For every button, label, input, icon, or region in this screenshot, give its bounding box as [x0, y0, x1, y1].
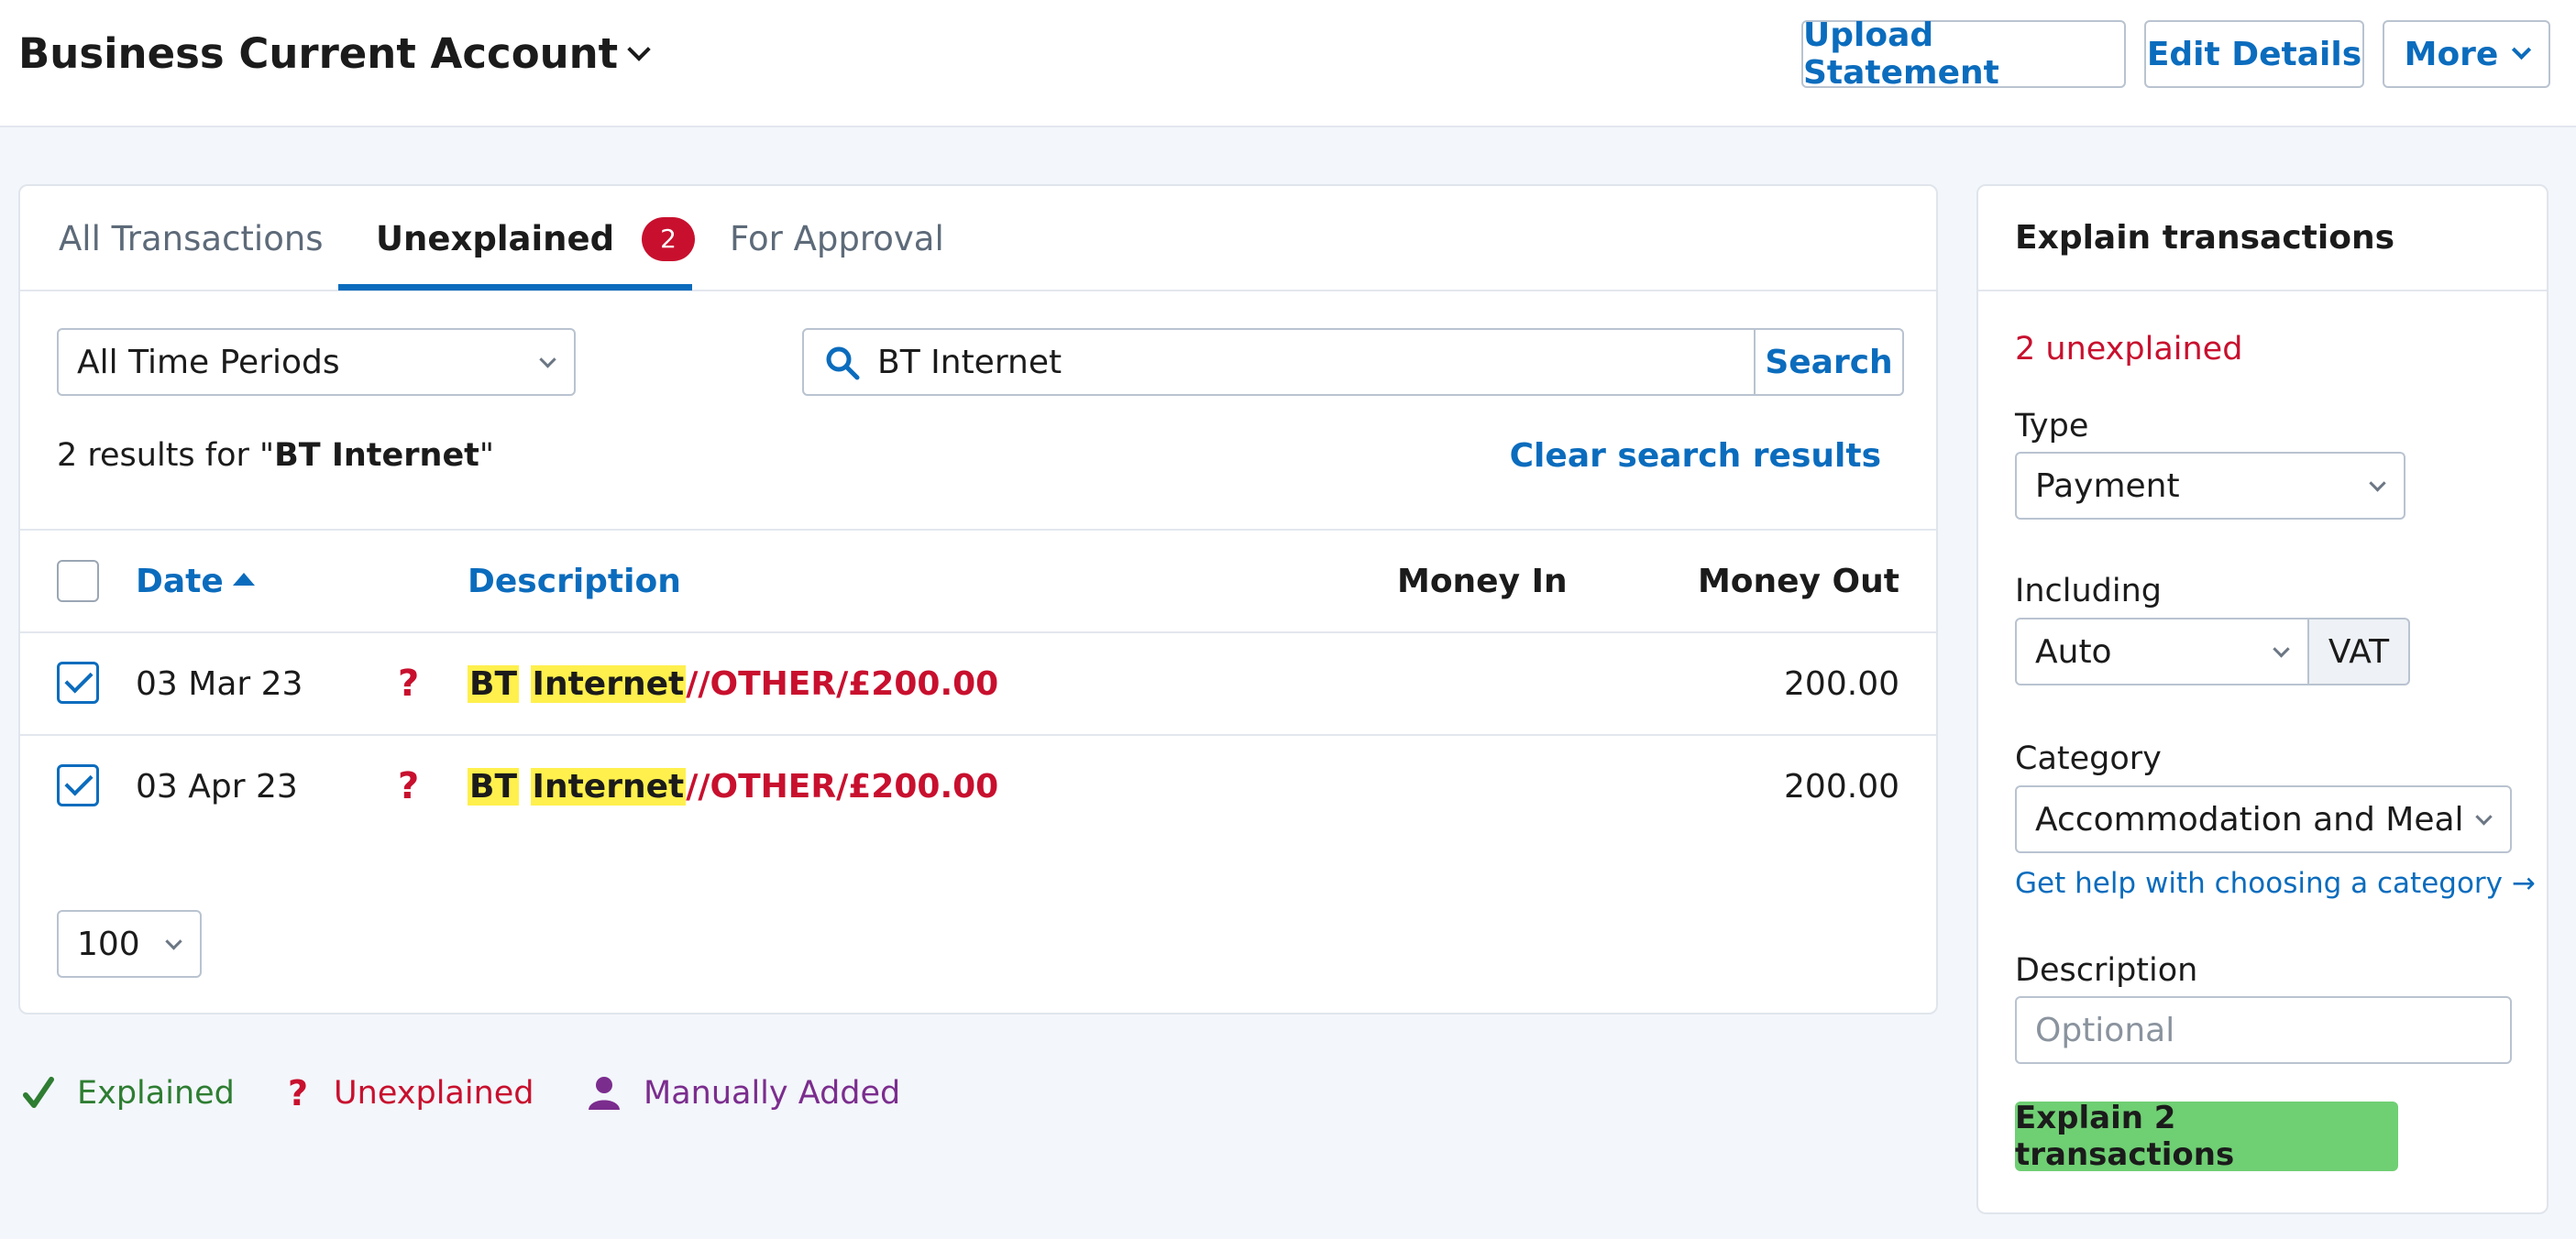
tab-unexplained[interactable]: Unexplained 2 — [376, 186, 696, 291]
unexplained-count: 2 unexplained — [2015, 331, 2243, 367]
table-row[interactable]: 03 Mar 23 ? BT Internet//OTHER/£200.00 2… — [20, 633, 1936, 736]
search-input[interactable]: BT Internet — [877, 330, 1062, 394]
person-icon — [589, 1077, 620, 1110]
description-rest: //OTHER/£200.00 — [686, 767, 999, 806]
highlight-match: Internet — [530, 767, 687, 806]
upload-statement-button[interactable]: Upload Statement — [1801, 16, 2126, 92]
account-title: Business Current Account — [18, 29, 619, 78]
description-rest: //OTHER/£200.00 — [686, 664, 999, 703]
checkmark-icon — [23, 1077, 54, 1108]
tab-label: For Approval — [730, 219, 944, 258]
money-out-column-header: Money Out — [1698, 531, 1899, 631]
time-period-select[interactable]: All Time Periods — [57, 328, 576, 396]
date-header-label: Date — [136, 562, 224, 600]
legend-manual-label: Manually Added — [644, 1075, 901, 1112]
highlight-match: Internet — [530, 664, 687, 703]
category-help-link[interactable]: Get help with choosing a category → — [2015, 867, 2536, 900]
vat-addon: VAT — [2307, 618, 2410, 685]
row-date: 03 Mar 23 — [136, 664, 303, 703]
select-all-checkbox[interactable] — [57, 560, 99, 602]
category-value: Accommodation and Meal — [2035, 800, 2464, 839]
including-label: Including — [2015, 573, 2162, 609]
question-mark-icon: ? — [288, 1073, 309, 1113]
type-select[interactable]: Payment — [2015, 452, 2405, 520]
including-vat-select[interactable]: Auto — [2015, 618, 2309, 685]
category-label: Category — [2015, 740, 2162, 777]
explain-panel-title: Explain transactions — [1978, 186, 2547, 291]
results-prefix: 2 results for " — [57, 437, 275, 474]
search-button[interactable]: Search — [1754, 330, 1902, 394]
search-box: BT Internet Search — [802, 328, 1904, 396]
page-size-select[interactable]: 100 — [57, 910, 202, 978]
table-row[interactable]: 03 Apr 23 ? BT Internet//OTHER/£200.00 2… — [20, 736, 1936, 839]
unexplained-count-badge: 2 — [642, 216, 696, 261]
row-checkbox[interactable] — [57, 764, 99, 806]
tab-label: Unexplained — [376, 219, 615, 258]
chevron-down-icon — [2475, 808, 2493, 826]
explain-title-text: Explain transactions — [2015, 219, 2394, 257]
active-tab-indicator — [338, 284, 692, 291]
time-period-value: All Time Periods — [77, 343, 340, 381]
search-icon — [826, 346, 860, 380]
chevron-down-icon — [539, 351, 556, 368]
description-label: Description — [2015, 952, 2198, 989]
category-select[interactable]: Accommodation and Meal — [2015, 785, 2512, 853]
results-suffix: " — [479, 437, 495, 474]
table-header: Date Description Money In Money Out — [20, 529, 1936, 633]
type-value: Payment — [2035, 466, 2180, 505]
legend-explained: Explained — [22, 1070, 235, 1116]
row-description[interactable]: BT Internet//OTHER/£200.00 — [468, 633, 998, 734]
including-value: Auto — [2035, 632, 2112, 671]
legend-unexplained: ? Unexplained — [288, 1070, 534, 1116]
description-header-label: Description — [468, 562, 681, 600]
results-query: BT Internet — [274, 437, 479, 474]
sort-ascending-icon — [232, 573, 255, 586]
unexplained-icon: ? — [398, 663, 420, 705]
chevron-down-icon — [165, 933, 182, 950]
legend-manually-added: Manually Added — [587, 1070, 900, 1116]
legend-explained-label: Explained — [77, 1075, 235, 1112]
tab-for-approval[interactable]: For Approval — [730, 186, 944, 291]
row-date: 03 Apr 23 — [136, 767, 298, 806]
chevron-down-icon — [627, 37, 651, 61]
more-button[interactable]: More — [2383, 20, 2550, 88]
explain-panel: Explain transactions 2 unexplained Type … — [1976, 184, 2548, 1214]
chevron-down-icon — [2273, 641, 2290, 658]
money-in-header-label: Money In — [1397, 562, 1568, 600]
description-input[interactable]: Optional — [2015, 996, 2512, 1064]
account-switcher[interactable]: Business Current Account — [18, 29, 651, 78]
results-summary: 2 results for "BT Internet" — [57, 437, 494, 474]
tab-bar: All Transactions Unexplained 2 For Appro… — [20, 186, 1936, 291]
unexplained-icon: ? — [398, 765, 420, 807]
money-out-header-label: Money Out — [1697, 562, 1899, 600]
date-column-header[interactable]: Date — [136, 531, 255, 631]
edit-details-label: Edit Details — [2146, 35, 2362, 73]
explain-transactions-button[interactable]: Explain 2 transactions — [2015, 1100, 2398, 1173]
edit-details-button[interactable]: Edit Details — [2144, 20, 2364, 88]
top-bar: Business Current Account Upload Statemen… — [0, 0, 2576, 127]
row-description[interactable]: BT Internet//OTHER/£200.00 — [468, 736, 998, 837]
legend-unexplained-label: Unexplained — [334, 1075, 534, 1112]
highlight-match: BT — [468, 767, 519, 806]
chevron-down-icon — [2369, 475, 2386, 492]
highlight-match: BT — [468, 664, 519, 703]
description-column-header[interactable]: Description — [468, 531, 681, 631]
more-label: More — [2404, 35, 2499, 73]
money-in-column-header: Money In — [1397, 531, 1568, 631]
row-money-out: 200.00 — [1784, 767, 1899, 806]
clear-search-link[interactable]: Clear search results — [1510, 437, 1881, 475]
tab-label: All Transactions — [59, 219, 324, 258]
tab-all-transactions[interactable]: All Transactions — [59, 186, 324, 291]
row-money-out: 200.00 — [1784, 664, 1899, 703]
page-size-value: 100 — [77, 925, 140, 963]
type-label: Type — [2015, 408, 2089, 444]
row-checkbox[interactable] — [57, 662, 99, 704]
chevron-down-icon — [2512, 39, 2532, 60]
upload-statement-label: Upload Statement — [1803, 16, 1999, 92]
transactions-panel: All Transactions Unexplained 2 For Appro… — [18, 184, 1938, 1014]
